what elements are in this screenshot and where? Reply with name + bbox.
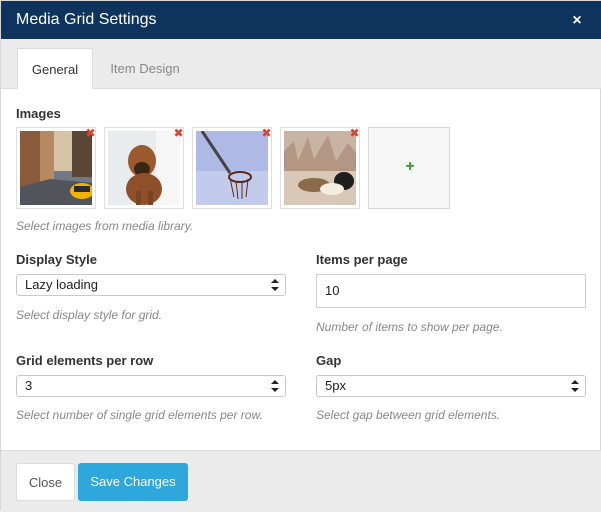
gap-label: Gap [316, 353, 342, 368]
remove-image-icon[interactable]: ✖ [172, 127, 185, 140]
grid-elements-help: Select number of single grid elements pe… [16, 408, 263, 422]
items-per-page-value: 10 [325, 283, 340, 298]
ducks-image [284, 131, 356, 205]
remove-image-icon[interactable]: ✖ [260, 127, 273, 140]
close-button[interactable]: Close [16, 463, 75, 501]
display-style-help: Select display style for grid. [16, 308, 163, 322]
dog-image [108, 131, 180, 205]
gap-select[interactable]: 5px [316, 375, 586, 397]
items-per-page-label: Items per page [316, 252, 408, 267]
basketball-hoop-image [196, 131, 268, 205]
tab-strip: General Item Design [1, 39, 601, 89]
display-style-label: Display Style [16, 252, 97, 267]
items-per-page-help: Number of items to show per page. [316, 320, 503, 334]
city-street-image [20, 131, 92, 205]
images-label: Images [16, 106, 61, 121]
tab-item-design[interactable]: Item Design [99, 48, 191, 89]
display-style-value: Lazy loading [25, 277, 98, 292]
dialog-title: Media Grid Settings [16, 11, 157, 28]
remove-image-icon[interactable]: ✖ [84, 127, 97, 140]
select-arrows-icon [271, 279, 279, 291]
images-help: Select images from media library. [16, 219, 194, 233]
media-grid-settings-dialog: Media Grid Settings × General Item Desig… [0, 0, 601, 512]
save-changes-button[interactable]: Save Changes [78, 463, 188, 501]
add-image-button[interactable]: + [368, 127, 450, 209]
close-icon[interactable]: × [567, 12, 587, 30]
items-per-page-input[interactable]: 10 [316, 274, 586, 308]
tab-general[interactable]: General [17, 48, 93, 89]
select-arrows-icon [571, 380, 579, 392]
dialog-footer: Close Save Changes [1, 450, 601, 512]
gap-help: Select gap between grid elements. [316, 408, 501, 422]
gap-value: 5px [325, 378, 346, 393]
select-arrows-icon [271, 380, 279, 392]
grid-elements-select[interactable]: 3 [16, 375, 286, 397]
display-style-select[interactable]: Lazy loading [16, 274, 286, 296]
remove-image-icon[interactable]: ✖ [348, 127, 361, 140]
grid-elements-label: Grid elements per row [16, 353, 154, 368]
plus-icon: + [405, 158, 415, 175]
title-bar: Media Grid Settings × [1, 1, 601, 39]
grid-elements-value: 3 [25, 378, 33, 393]
